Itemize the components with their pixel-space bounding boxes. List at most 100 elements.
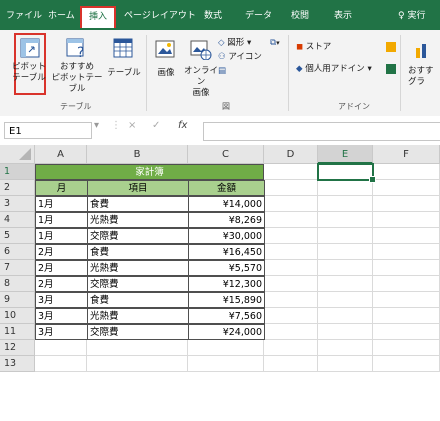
cell-b13[interactable]	[87, 356, 188, 372]
cell-d11[interactable]	[264, 324, 318, 340]
cell-f1[interactable]	[373, 164, 440, 180]
table-data-cell[interactable]: 1月	[35, 196, 88, 212]
row-header-13[interactable]: 13	[0, 356, 35, 372]
cell-e7[interactable]	[318, 260, 373, 276]
screenshot-button[interactable]: ▤	[218, 66, 226, 77]
table-header-cell[interactable]: 月	[35, 180, 88, 196]
cell-d1[interactable]	[264, 164, 318, 180]
icons-button[interactable]: ⚇ アイコン	[218, 52, 262, 63]
people-graph-button[interactable]	[386, 64, 396, 78]
table-header-cell[interactable]: 項目	[87, 180, 189, 196]
tab-view[interactable]: 表示	[334, 8, 352, 21]
cell-e12[interactable]	[318, 340, 373, 356]
row-header-12[interactable]: 12	[0, 340, 35, 356]
cell-a12[interactable]	[35, 340, 87, 356]
cell-d10[interactable]	[264, 308, 318, 324]
cell-c13[interactable]	[188, 356, 264, 372]
tab-insert[interactable]: 挿入	[80, 6, 117, 28]
table-header-cell[interactable]: 金額	[188, 180, 265, 196]
cell-d8[interactable]	[264, 276, 318, 292]
cell-b12[interactable]	[87, 340, 188, 356]
column-header-c[interactable]: C	[188, 145, 264, 164]
online-picture-button[interactable]: オンライン 画像	[180, 66, 222, 99]
table-data-cell[interactable]: ¥7,560	[188, 308, 265, 324]
cell-a13[interactable]	[35, 356, 87, 372]
table-data-cell[interactable]: 食費	[87, 196, 189, 212]
formula-input[interactable]	[203, 122, 440, 141]
table-data-cell[interactable]: 2月	[35, 244, 88, 260]
table-data-cell[interactable]: 3月	[35, 292, 88, 308]
cell-e2[interactable]	[318, 180, 373, 196]
table-data-cell[interactable]: 光熱費	[87, 212, 189, 228]
name-box[interactable]: E1	[4, 122, 92, 139]
cell-e13[interactable]	[318, 356, 373, 372]
table-data-cell[interactable]: 食費	[87, 292, 189, 308]
cell-e8[interactable]	[318, 276, 373, 292]
cancel-icon[interactable]: ×	[128, 120, 136, 131]
table-data-cell[interactable]: 2月	[35, 276, 88, 292]
cell-f7[interactable]	[373, 260, 440, 276]
cell-e9[interactable]	[318, 292, 373, 308]
cell-d4[interactable]	[264, 212, 318, 228]
row-header-2[interactable]: 2	[0, 180, 35, 196]
cell-f4[interactable]	[373, 212, 440, 228]
store-button[interactable]: ◼ ストア	[296, 42, 331, 53]
table-data-cell[interactable]: 3月	[35, 324, 88, 340]
tab-review[interactable]: 校閲	[291, 8, 309, 21]
table-data-cell[interactable]: ¥24,000	[188, 324, 265, 340]
table-data-cell[interactable]: ¥16,450	[188, 244, 265, 260]
row-header-1[interactable]: 1	[0, 164, 35, 180]
cell-f5[interactable]	[373, 228, 440, 244]
cell-e10[interactable]	[318, 308, 373, 324]
table-data-cell[interactable]: ¥5,570	[188, 260, 265, 276]
cell-c12[interactable]	[188, 340, 264, 356]
cell-d2[interactable]	[264, 180, 318, 196]
cell-d7[interactable]	[264, 260, 318, 276]
table-data-cell[interactable]: 1月	[35, 228, 88, 244]
column-header-e[interactable]: E	[318, 145, 373, 164]
row-header-8[interactable]: 8	[0, 276, 35, 292]
table-data-cell[interactable]: 交際費	[87, 324, 189, 340]
tab-tell-me[interactable]: ♀ 実行	[398, 8, 425, 21]
my-addins-button[interactable]: ◆ 個人用アドイン ▾	[296, 64, 372, 75]
tab-formulas[interactable]: 数式	[204, 8, 222, 21]
enter-icon[interactable]: ✓	[152, 120, 160, 131]
table-data-cell[interactable]: 食費	[87, 244, 189, 260]
table-data-cell[interactable]: ¥14,000	[188, 196, 265, 212]
cell-e3[interactable]	[318, 196, 373, 212]
tab-data[interactable]: データ	[245, 8, 272, 21]
table-data-cell[interactable]: ¥12,300	[188, 276, 265, 292]
cell-f3[interactable]	[373, 196, 440, 212]
shapes-button[interactable]: ◇ 図形 ▾	[218, 38, 251, 49]
table-data-cell[interactable]: 3月	[35, 308, 88, 324]
row-header-3[interactable]: 3	[0, 196, 35, 212]
table-data-cell[interactable]: 光熱費	[87, 308, 189, 324]
cell-d9[interactable]	[264, 292, 318, 308]
row-header-9[interactable]: 9	[0, 292, 35, 308]
column-header-b[interactable]: B	[87, 145, 188, 164]
tab-home[interactable]: ホーム	[48, 8, 75, 21]
cell-f12[interactable]	[373, 340, 440, 356]
column-header-a[interactable]: A	[35, 145, 87, 164]
row-header-4[interactable]: 4	[0, 212, 35, 228]
cell-f6[interactable]	[373, 244, 440, 260]
row-header-5[interactable]: 5	[0, 228, 35, 244]
picture-button[interactable]: 画像	[148, 68, 184, 79]
cell-e5[interactable]	[318, 228, 373, 244]
fill-handle[interactable]	[369, 176, 376, 183]
table-data-cell[interactable]: 1月	[35, 212, 88, 228]
smartart-button[interactable]: ⧉▾	[270, 38, 280, 49]
table-button[interactable]: テーブル	[104, 68, 144, 79]
column-header-d[interactable]: D	[264, 145, 318, 164]
cell-f2[interactable]	[373, 180, 440, 196]
column-header-f[interactable]: F	[373, 145, 440, 164]
cell-f13[interactable]	[373, 356, 440, 372]
namebox-dropdown-icon[interactable]: ▾	[94, 120, 99, 131]
recommended-pivot-button[interactable]: おすすめ ピボットテーブル	[48, 62, 106, 95]
cell-e4[interactable]	[318, 212, 373, 228]
table-data-cell[interactable]: ¥15,890	[188, 292, 265, 308]
pivot-table-button[interactable]: ピボット テーブル	[6, 62, 52, 84]
cell-d3[interactable]	[264, 196, 318, 212]
select-all-corner[interactable]	[0, 145, 35, 164]
table-data-cell[interactable]: ¥8,269	[188, 212, 265, 228]
